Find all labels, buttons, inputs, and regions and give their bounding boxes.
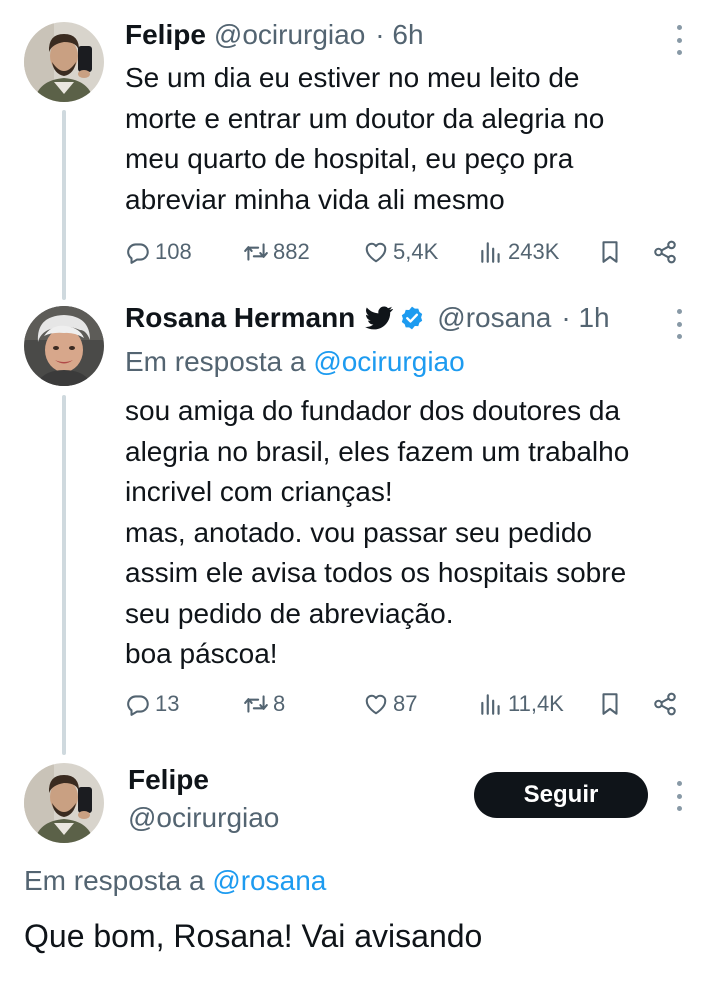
retweet-icon	[243, 239, 269, 265]
tweet-text-line: mas, anotado. vou passar seu pedido	[125, 516, 592, 548]
bookmark-icon	[597, 239, 623, 265]
tweet-text-line: morte e entrar um doutor da alegria no	[125, 102, 605, 134]
like-count: 5,4K	[393, 239, 439, 264]
views-bars-icon	[478, 239, 504, 265]
share-icon	[652, 691, 678, 717]
twitter-bird-icon	[365, 306, 394, 330]
avatar[interactable]	[24, 22, 104, 102]
action-bar: 108 882 5,4K 243K	[125, 232, 685, 272]
tweet-text-line: seu pedido de abreviação.	[125, 597, 454, 629]
views-button[interactable]: 243K	[478, 232, 559, 272]
action-bar: 13 8 87 11,4K	[125, 684, 685, 724]
timestamp[interactable]: · 1h	[561, 302, 609, 334]
reply-handle-link[interactable]: @rosana	[212, 865, 326, 896]
author-handle-row: @ocirurgiao	[128, 802, 279, 834]
tweet-header: Felipe @ocirurgiao · 6h	[125, 19, 424, 51]
tweet-text-line: abreviar minha vida ali mesmo	[125, 183, 505, 215]
views-button[interactable]: 11,4K	[478, 684, 564, 724]
retweet-count: 882	[273, 239, 310, 264]
like-button[interactable]: 87	[363, 684, 417, 724]
reply-context: Em resposta a @rosana	[24, 865, 326, 897]
reply-handle-link[interactable]: @ocirurgiao	[313, 346, 464, 377]
avatar[interactable]	[24, 763, 104, 843]
more-vertical-icon[interactable]	[673, 309, 685, 339]
reply-count: 13	[155, 691, 180, 716]
author-handle[interactable]: @ocirurgiao	[128, 802, 279, 834]
share-button[interactable]	[652, 232, 678, 272]
more-vertical-icon[interactable]	[673, 781, 685, 811]
reply-prefix: Em resposta a	[125, 346, 306, 377]
reply-prefix: Em resposta a	[24, 865, 205, 896]
tweet-header: Rosana Hermann @rosana · 1h	[125, 302, 610, 334]
bookmark-button[interactable]	[597, 684, 623, 724]
views-bars-icon	[478, 691, 504, 717]
timestamp[interactable]: · 6h	[375, 19, 423, 51]
bookmark-icon	[597, 691, 623, 717]
tweet-text: Que bom, Rosana! Vai avisando	[24, 918, 483, 954]
thread-line	[62, 395, 66, 755]
reply-context: Em resposta a @ocirurgiao	[125, 346, 465, 378]
reply-button[interactable]: 108	[125, 232, 192, 272]
author-handle[interactable]: @rosana	[437, 302, 551, 334]
tweet-text-line: sou amiga do fundador dos doutores da	[125, 395, 621, 426]
author-name[interactable]: Felipe	[128, 764, 209, 796]
author-handle[interactable]: @ocirurgiao	[214, 19, 365, 51]
tweet-text-line: meu quarto de hospital, eu peço pra	[125, 143, 574, 174]
heart-icon	[363, 691, 389, 717]
share-button[interactable]	[652, 684, 678, 724]
reply-count: 108	[155, 239, 192, 264]
tweet-text-line: boa páscoa!	[125, 638, 278, 669]
retweet-button[interactable]: 882	[243, 232, 310, 272]
follow-button[interactable]: Seguir	[474, 772, 648, 818]
tweet-text-line: alegria no brasil, eles fazem um trabalh…	[125, 435, 630, 467]
more-vertical-icon[interactable]	[673, 25, 685, 55]
tweet-text: Se um dia eu estiver no meu leito de mor…	[125, 58, 604, 220]
author-name[interactable]: Rosana Hermann	[125, 302, 355, 334]
author-name-row: Felipe	[128, 764, 209, 796]
views-count: 243K	[508, 239, 560, 264]
heart-icon	[363, 239, 389, 265]
reply-bubble-icon	[125, 239, 151, 265]
retweet-button[interactable]: 8	[243, 684, 285, 724]
tweet-text-line: Se um dia eu estiver no meu leito de	[125, 62, 580, 93]
like-count: 87	[393, 691, 418, 716]
views-count: 11,4K	[508, 691, 564, 716]
like-button[interactable]: 5,4K	[363, 232, 438, 272]
retweet-count: 8	[273, 691, 286, 716]
tweet-text: sou amiga do fundador dos doutores da al…	[125, 391, 629, 675]
tweet-text-line: incrivel com crianças!	[125, 476, 393, 507]
thread-line	[62, 110, 66, 300]
reply-button[interactable]: 13	[125, 684, 179, 724]
bookmark-button[interactable]	[597, 232, 623, 272]
tweet-text-line: assim ele avisa todos os hospitais sobre	[125, 557, 627, 588]
reply-bubble-icon	[125, 691, 151, 717]
retweet-icon	[243, 691, 269, 717]
share-icon	[652, 239, 678, 265]
avatar[interactable]	[24, 306, 104, 386]
verified-badge-icon	[399, 305, 425, 331]
author-name[interactable]: Felipe	[125, 19, 206, 51]
